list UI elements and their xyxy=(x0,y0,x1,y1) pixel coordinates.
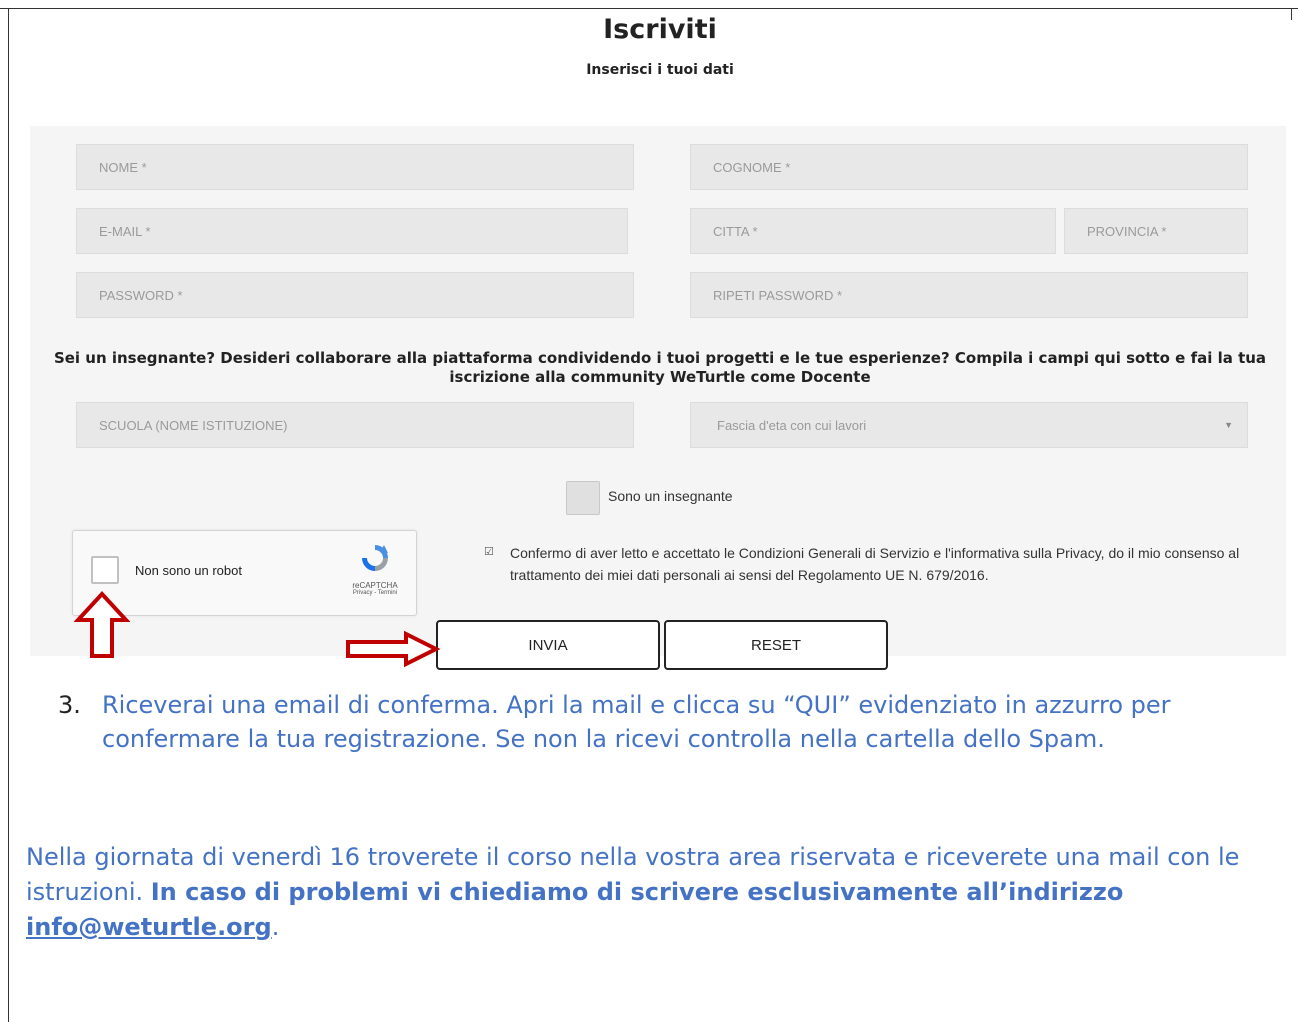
password-placeholder: PASSWORD * xyxy=(99,287,183,303)
instruction-step: 3. Riceverai una email di conferma. Apri… xyxy=(58,688,1278,756)
recaptcha-checkbox[interactable] xyxy=(91,556,119,584)
school-placeholder: SCUOLA (NOME ISTITUZIONE) xyxy=(99,417,288,433)
recaptcha-label: Non sono un robot xyxy=(135,563,242,578)
age-range-select[interactable]: Fascia d'eta con cui lavori ▼ xyxy=(690,402,1248,448)
teacher-prompt-text: Sei un insegnante? Desideri collaborare … xyxy=(53,349,1267,386)
password-field[interactable]: PASSWORD * xyxy=(76,272,634,318)
city-field[interactable]: CITTA * xyxy=(690,208,1056,254)
repeat-password-field[interactable]: RIPETI PASSWORD * xyxy=(690,272,1248,318)
step-text: Riceverai una email di conferma. Apri la… xyxy=(102,691,1171,753)
province-field[interactable]: PROVINCIA * xyxy=(1064,208,1248,254)
last-name-field[interactable]: COGNOME * xyxy=(690,144,1248,190)
province-placeholder: PROVINCIA * xyxy=(1087,223,1167,239)
recaptcha-logo: reCAPTCHA Privacy - Termini xyxy=(343,541,407,596)
recaptcha-icon xyxy=(362,545,388,571)
note-bold-text: In caso di problemi vi chiediamo di scri… xyxy=(150,878,1124,906)
reset-button[interactable]: RESET xyxy=(664,620,888,670)
frame-top-border xyxy=(0,8,1298,9)
dropdown-arrow-icon: ▼ xyxy=(1224,420,1233,430)
privacy-checkbox[interactable]: ☑ xyxy=(484,545,494,558)
recaptcha-brand: reCAPTCHA xyxy=(352,581,398,590)
page-title: Iscriviti xyxy=(603,14,717,45)
privacy-consent-text: Confermo di aver letto e accettato le Co… xyxy=(510,545,1240,583)
repeat-password-placeholder: RIPETI PASSWORD * xyxy=(713,287,843,303)
last-name-placeholder: COGNOME * xyxy=(713,159,791,175)
arrow-up-icon xyxy=(74,591,130,658)
age-range-select-value: Fascia d'eta con cui lavori xyxy=(717,417,867,433)
page-subtitle: Inserisci i tuoi dati xyxy=(586,62,734,78)
arrow-right-icon xyxy=(346,630,440,668)
submit-button[interactable]: INVIA xyxy=(436,620,660,670)
first-name-field[interactable]: NOME * xyxy=(76,144,634,190)
city-placeholder: CITTA * xyxy=(713,223,758,239)
step-number: 3. xyxy=(58,691,81,719)
school-field[interactable]: SCUOLA (NOME ISTITUZIONE) xyxy=(76,402,634,448)
email-link[interactable]: info@weturtle.org xyxy=(26,913,272,941)
teacher-checkbox[interactable] xyxy=(566,481,600,515)
teacher-checkbox-label: Sono un insegnante xyxy=(608,488,733,504)
frame-left-border xyxy=(8,8,9,1022)
email-placeholder: E-MAIL * xyxy=(99,223,151,239)
course-note: Nella giornata di venerdì 16 troverete i… xyxy=(26,840,1276,945)
recaptcha-links[interactable]: Privacy - Termini xyxy=(343,590,407,596)
note-end: . xyxy=(271,913,280,941)
first-name-placeholder: NOME * xyxy=(99,159,147,175)
email-field[interactable]: E-MAIL * xyxy=(76,208,628,254)
